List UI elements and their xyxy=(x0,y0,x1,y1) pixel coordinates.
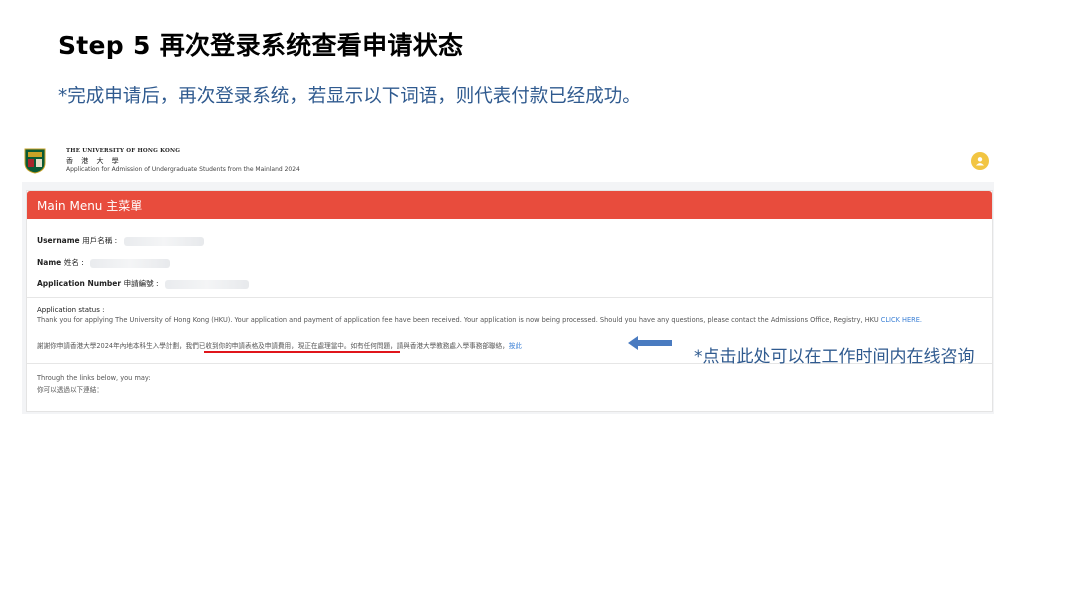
slide-subtitle: *完成申请后，再次登录系统，若显示以下词语，则代表付款已经成功。 xyxy=(58,82,641,108)
portal-header: THE UNIVERSITY OF HONG KONG 香 港 大 學 Appl… xyxy=(22,142,994,182)
application-number-label: Application Number xyxy=(37,279,121,288)
click-here-link-zh[interactable]: 按此 xyxy=(509,342,522,350)
user-avatar-icon[interactable] xyxy=(971,152,989,170)
links-label-zh: 你可以透過以下連結： xyxy=(37,384,103,394)
application-number-row: Application Number 申請編號 : xyxy=(37,278,249,289)
main-menu-title: Main Menu 主菜單 xyxy=(37,197,142,214)
username-label: Username xyxy=(37,236,80,245)
university-name-zh: 香 港 大 學 xyxy=(66,156,122,166)
username-label-zh: 用戶名稱 : xyxy=(82,236,117,245)
portal-body: Main Menu 主菜單 Username 用戶名稱 : Name 姓名 : … xyxy=(22,182,994,414)
username-row: Username 用戶名稱 : xyxy=(37,235,204,246)
application-status-text-zh: 謝謝你申請香港大學2024年內地本科生入學計劃，我們已收到你的申請表格及申請費用… xyxy=(37,340,522,350)
name-row: Name 姓名 : xyxy=(37,257,170,268)
name-label: Name xyxy=(37,258,61,267)
left-arrow-icon xyxy=(628,336,672,350)
slide-title: Step 5 再次登录系统查看申请状态 xyxy=(58,26,463,62)
application-status-text: Thank you for applying The University of… xyxy=(37,316,922,324)
application-status-label: Application status : xyxy=(37,306,104,314)
status-message-en: Thank you for applying The University of… xyxy=(37,316,881,324)
username-value-redacted xyxy=(124,237,204,246)
portal-screenshot: THE UNIVERSITY OF HONG KONG 香 港 大 學 Appl… xyxy=(22,142,994,414)
application-number-value-redacted xyxy=(165,280,249,289)
hku-crest-icon xyxy=(24,148,46,174)
application-number-label-zh: 申請編號 : xyxy=(124,279,159,288)
divider xyxy=(27,297,992,298)
click-here-link[interactable]: CLICK HERE. xyxy=(881,316,922,324)
main-menu-panel: Main Menu 主菜單 Username 用戶名稱 : Name 姓名 : … xyxy=(26,190,993,412)
main-menu-header: Main Menu 主菜單 xyxy=(27,191,992,219)
name-value-redacted xyxy=(90,259,170,268)
name-label-zh: 姓名 : xyxy=(64,258,84,267)
red-underline-highlight xyxy=(204,351,400,353)
links-label: Through the links below, you may: xyxy=(37,374,151,382)
university-name-en: THE UNIVERSITY OF HONG KONG xyxy=(66,148,180,154)
application-title: Application for Admission of Undergradua… xyxy=(66,166,300,173)
consultation-annotation: *点击此处可以在工作时间内在线咨询 xyxy=(694,342,975,367)
status-message-zh: 謝謝你申請香港大學2024年內地本科生入學計劃，我們已收到你的申請表格及申請費用… xyxy=(37,342,509,350)
